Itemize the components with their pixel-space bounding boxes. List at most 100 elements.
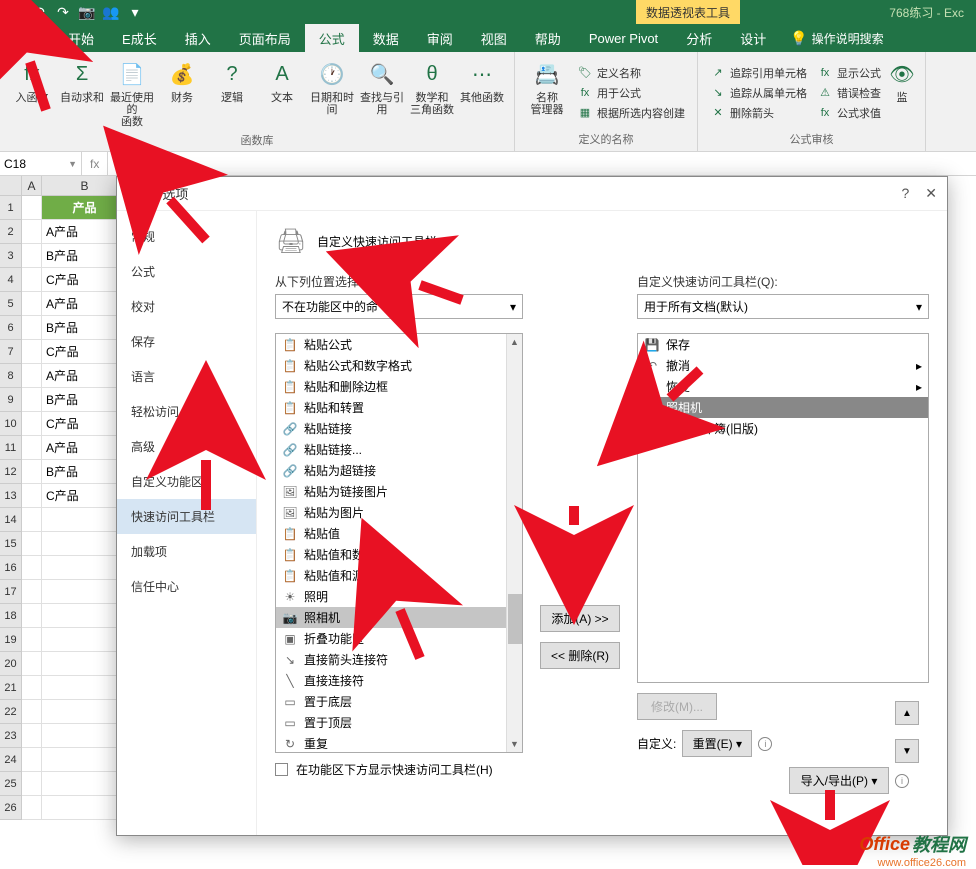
text-button[interactable]: A文本 [258, 56, 306, 130]
nav-item-6[interactable]: 高级 [117, 429, 256, 464]
list-item[interactable]: 📋粘贴公式 [276, 334, 522, 355]
tab-review[interactable]: 审阅 [413, 24, 467, 52]
cell[interactable] [22, 700, 42, 724]
row-head[interactable]: 17 [0, 580, 22, 604]
move-up-button[interactable]: ▲ [895, 701, 919, 725]
cell[interactable] [22, 196, 42, 220]
row-head[interactable]: 23 [0, 724, 22, 748]
row-head[interactable]: 19 [0, 628, 22, 652]
nav-item-9[interactable]: 加载项 [117, 534, 256, 569]
nav-item-0[interactable]: 常规 [117, 219, 256, 254]
nav-item-7[interactable]: 自定义功能区 [117, 464, 256, 499]
cell[interactable] [22, 460, 42, 484]
list-item[interactable]: ↶撤消▸ [638, 355, 928, 376]
list-item[interactable]: 🖼粘贴为链接图片 [276, 481, 522, 502]
trace-prec-button[interactable]: ↗追踪引用单元格 [706, 64, 811, 82]
cell[interactable] [22, 292, 42, 316]
remove-arrows-button[interactable]: ✕删除箭头 [706, 104, 811, 122]
cell[interactable] [22, 604, 42, 628]
row-head[interactable]: 7 [0, 340, 22, 364]
row-head[interactable]: 11 [0, 436, 22, 460]
formula-input[interactable]: 环形图 [108, 152, 976, 175]
autosum-button[interactable]: Σ自动求和 [58, 56, 106, 130]
row-head[interactable]: 3 [0, 244, 22, 268]
cell[interactable] [22, 220, 42, 244]
row-head[interactable]: 12 [0, 460, 22, 484]
cell[interactable] [22, 508, 42, 532]
cell[interactable] [22, 772, 42, 796]
more-fn-button[interactable]: ⋯其他函数 [458, 56, 506, 130]
row-head[interactable]: 15 [0, 532, 22, 556]
save-button[interactable]: 💾 [4, 2, 26, 22]
list-item[interactable]: ☀照明▸ [276, 586, 522, 607]
row-head[interactable]: 16 [0, 556, 22, 580]
camera-button[interactable]: 📷 [76, 2, 98, 22]
row-head[interactable]: 2 [0, 220, 22, 244]
nav-item-4[interactable]: 语言 [117, 359, 256, 394]
share-button[interactable]: 👥 [100, 2, 122, 22]
cell[interactable] [22, 412, 42, 436]
tab-egrowth[interactable]: E成长 [108, 24, 171, 52]
row-head[interactable]: 13 [0, 484, 22, 508]
lookup-button[interactable]: 🔍查找与引用 [358, 56, 406, 130]
tab-file[interactable]: 文件 [0, 24, 54, 52]
list-item[interactable]: ▭置于顶层 [276, 712, 522, 733]
select-all-corner[interactable] [0, 176, 22, 196]
cell[interactable] [22, 676, 42, 700]
row-head[interactable]: 20 [0, 652, 22, 676]
list-item[interactable]: 🔗粘贴链接... [276, 439, 522, 460]
watch-button[interactable]: 👁监 [887, 56, 917, 129]
tab-design[interactable]: 设计 [726, 24, 780, 52]
tab-pagelayout[interactable]: 页面布局 [225, 24, 305, 52]
row-head[interactable]: 14 [0, 508, 22, 532]
cell[interactable] [22, 268, 42, 292]
scroll-thumb[interactable] [508, 594, 522, 644]
modify-button[interactable]: 修改(M)... [637, 693, 717, 720]
list-item[interactable]: 📋粘贴和删除边框 [276, 376, 522, 397]
list-item[interactable]: 📷照相机 [276, 607, 522, 628]
list-item[interactable]: 🔗粘贴链接 [276, 418, 522, 439]
cell[interactable] [22, 340, 42, 364]
redo-button[interactable]: ↷ [52, 2, 74, 22]
cell[interactable] [22, 244, 42, 268]
list-item[interactable]: ↷恢复▸ [638, 376, 928, 397]
tab-powerpivot[interactable]: Power Pivot [575, 24, 672, 52]
close-button[interactable]: ✕ [925, 185, 937, 202]
row-head[interactable]: 1 [0, 196, 22, 220]
list-item[interactable]: 📋粘贴值和源格式 [276, 565, 522, 586]
row-head[interactable]: 5 [0, 292, 22, 316]
info-icon[interactable]: i [895, 774, 909, 788]
nav-item-1[interactable]: 公式 [117, 254, 256, 289]
use-formula-button[interactable]: fx用于公式 [573, 84, 689, 102]
row-head[interactable]: 10 [0, 412, 22, 436]
trace-dep-button[interactable]: ↘追踪从属单元格 [706, 84, 811, 102]
scrollbar[interactable]: ▲ ▼ [506, 334, 522, 752]
row-head[interactable]: 22 [0, 700, 22, 724]
cell[interactable] [22, 316, 42, 340]
list-item[interactable]: 📷照相机 [638, 397, 928, 418]
show-below-checkbox[interactable] [275, 763, 288, 776]
qat-listbox[interactable]: 💾保存↶撤消▸↷恢复▸📷照相机👥共享工作簿(旧版) [637, 333, 929, 683]
define-name-button[interactable]: 🏷定义名称 [573, 64, 689, 82]
tab-data[interactable]: 数据 [359, 24, 413, 52]
row-head[interactable]: 8 [0, 364, 22, 388]
cell[interactable] [22, 652, 42, 676]
cell[interactable] [22, 556, 42, 580]
row-head[interactable]: 26 [0, 796, 22, 820]
cell[interactable] [22, 580, 42, 604]
cell[interactable] [22, 484, 42, 508]
eval-formula-button[interactable]: fx公式求值 [813, 104, 885, 122]
row-head[interactable]: 25 [0, 772, 22, 796]
nav-item-10[interactable]: 信任中心 [117, 569, 256, 604]
row-head[interactable]: 18 [0, 604, 22, 628]
list-item[interactable]: 🔗粘贴为超链接 [276, 460, 522, 481]
tell-me-search[interactable]: 💡操作说明搜索 [780, 24, 893, 52]
list-item[interactable]: 📋粘贴值 [276, 523, 522, 544]
customize-qat-select[interactable]: 用于所有文档(默认)▾ [637, 294, 929, 319]
list-item[interactable]: ╲直接连接符 [276, 670, 522, 691]
name-box[interactable]: C18▼ [0, 152, 82, 175]
cell[interactable] [22, 364, 42, 388]
cell[interactable] [22, 796, 42, 820]
datetime-button[interactable]: 🕐日期和时间 [308, 56, 356, 130]
choose-from-select[interactable]: 不在功能区中的命令▾ [275, 294, 523, 319]
